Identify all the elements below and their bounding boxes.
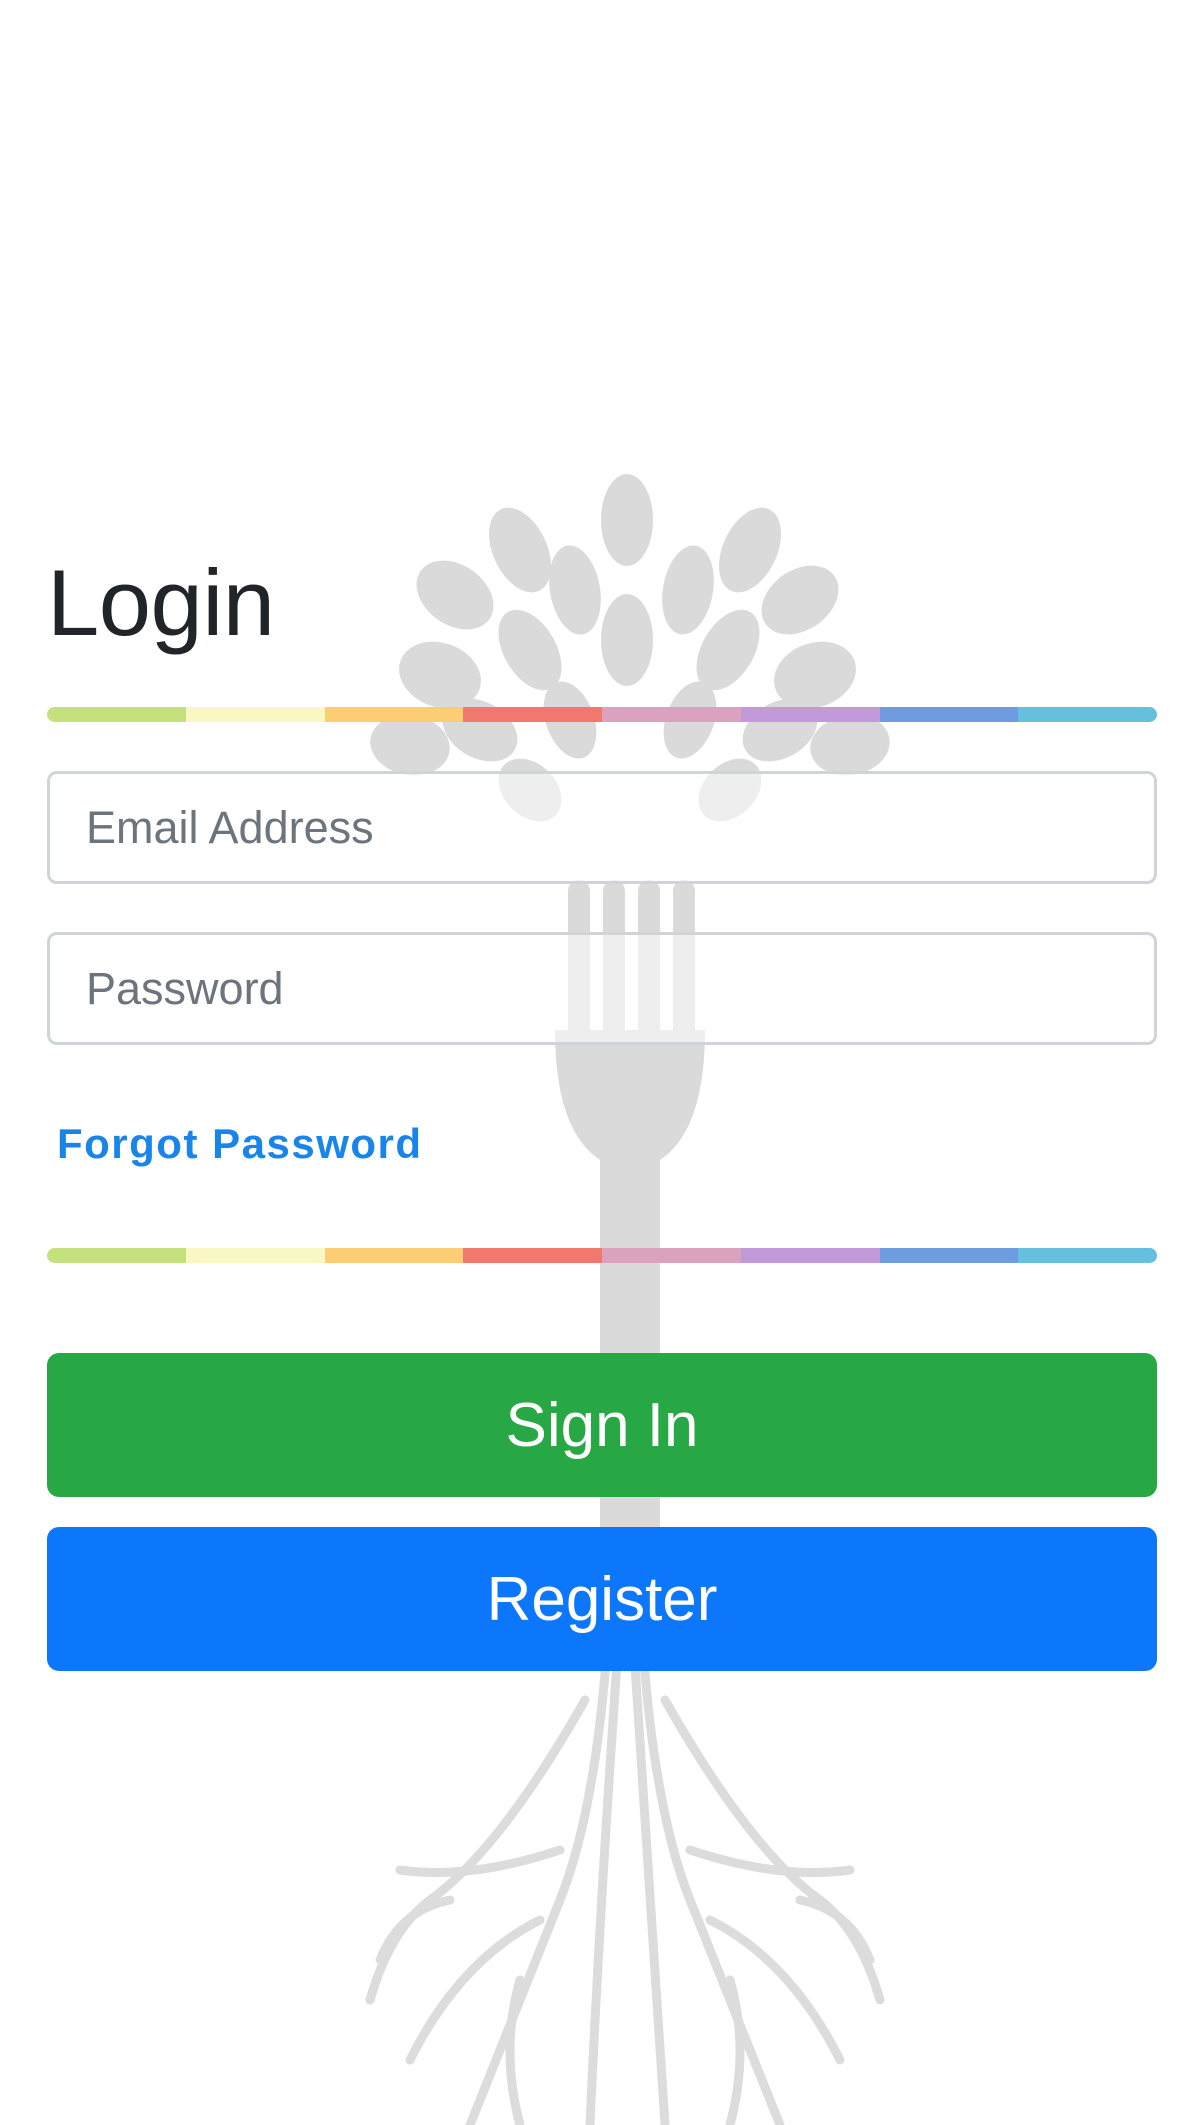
divider-segment [324, 707, 464, 722]
rainbow-divider-top [47, 707, 1157, 722]
page-title: Login [47, 550, 275, 655]
divider-segment [47, 707, 186, 722]
divider-segment [879, 1248, 1019, 1263]
register-button[interactable]: Register [47, 1527, 1157, 1671]
divider-segment [879, 707, 1019, 722]
divider-segment [1018, 707, 1157, 722]
divider-segment [602, 1248, 741, 1263]
divider-segment [47, 1248, 186, 1263]
rainbow-divider-bottom [47, 1248, 1157, 1263]
divider-segment [1018, 1248, 1157, 1263]
password-field[interactable] [47, 932, 1157, 1045]
email-field[interactable] [47, 771, 1157, 884]
divider-segment [463, 1248, 602, 1263]
divider-segment [324, 1248, 464, 1263]
divider-segment [602, 707, 741, 722]
forgot-password-link[interactable]: Forgot Password [57, 1118, 423, 1170]
divider-segment [185, 707, 325, 722]
divider-segment [740, 1248, 880, 1263]
divider-segment [740, 707, 880, 722]
login-form: Login Forgot Password Sign In Register [0, 0, 1193, 2125]
sign-in-button[interactable]: Sign In [47, 1353, 1157, 1497]
divider-segment [463, 707, 602, 722]
divider-segment [185, 1248, 325, 1263]
